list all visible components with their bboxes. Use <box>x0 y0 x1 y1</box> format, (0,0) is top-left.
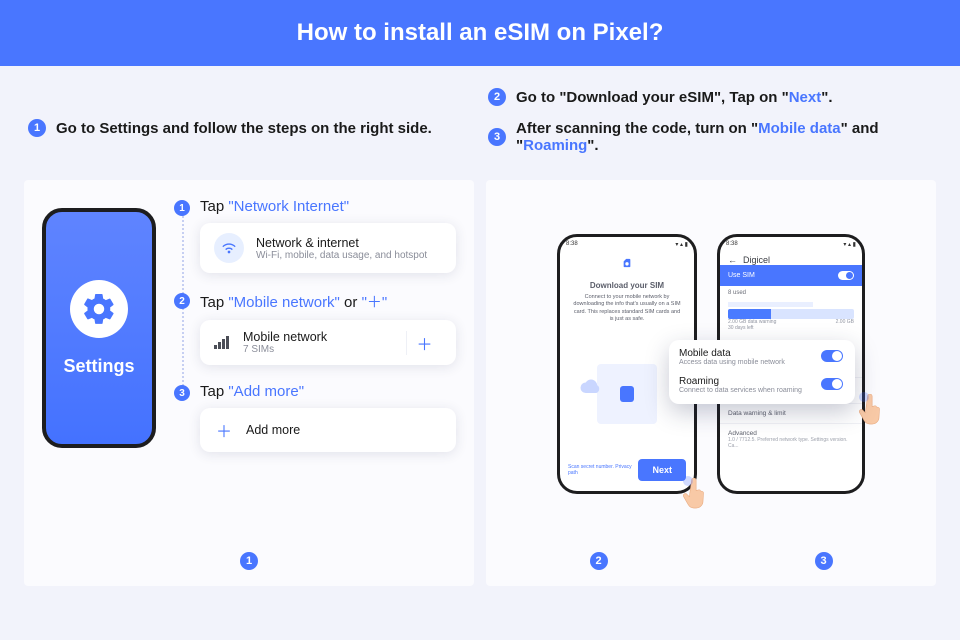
overlay-row-roaming[interactable]: Roaming Connect to data services when ro… <box>679 376 845 394</box>
status-bar: 8:38▾ ▴ ▮ <box>560 237 694 251</box>
data-gauge <box>728 309 854 319</box>
instruction-1-text: Go to Settings and follow the steps on t… <box>56 120 432 137</box>
row-title: Mobile network <box>243 330 327 344</box>
page-title-text: How to install an eSIM on Pixel? <box>297 19 664 47</box>
roaming-toggle[interactable] <box>821 378 843 390</box>
row-sub: Wi-Fi, mobile, data usage, and hotspot <box>256 250 427 261</box>
panel-footer-nums: 2 3 <box>486 552 936 570</box>
footer-badge-3: 3 <box>815 552 833 570</box>
plus-icon[interactable]: ＋ <box>406 331 442 355</box>
phone-mock-settings: Settings <box>42 208 156 448</box>
signal-icon <box>214 337 229 349</box>
instruction-2: 2 Go to "Download your eSIM", Tap on "Ne… <box>488 88 932 106</box>
instructions-right: 2 Go to "Download your eSIM", Tap on "Ne… <box>488 88 932 168</box>
step-dot-3: 3 <box>174 385 190 401</box>
download-sim-sub: Connect to your mobile network by downlo… <box>560 294 694 324</box>
row-title: Add more <box>246 423 300 437</box>
roaming-link[interactable]: Roaming <box>523 137 587 154</box>
mobile-data-link[interactable]: Mobile data <box>758 120 841 137</box>
row-add-more[interactable]: ＋ Add more <box>200 408 456 452</box>
instruction-1: 1 Go to Settings and follow the steps on… <box>28 88 472 168</box>
row-mobile-network[interactable]: Mobile network7 SIMs ＋ <box>200 320 456 365</box>
next-link[interactable]: Next <box>789 89 822 106</box>
step-badge-3: 3 <box>488 128 506 146</box>
overlay-row-mobile-data[interactable]: Mobile data Access data using mobile net… <box>679 348 845 366</box>
step-dot-2: 2 <box>174 293 190 309</box>
section-header: 8 used <box>720 286 862 300</box>
status-icons: ▾ ▴ ▮ <box>843 241 856 248</box>
panel-phone-screens: 8:38▾ ▴ ▮ Download your SIM Connect to y… <box>486 180 936 586</box>
step-badge-2: 2 <box>488 88 506 106</box>
list-item[interactable]: Data warning & limit <box>720 403 862 423</box>
wifi-icon <box>214 233 244 263</box>
panels: Settings 1 Tap "Network Internet" Networ… <box>0 180 960 586</box>
settings-steps-list: 1 Tap "Network Internet" Network & inter… <box>174 198 456 470</box>
settings-step-2: 2 Tap "Mobile network" or "＋" Mobile net… <box>174 291 456 365</box>
mobile-data-toggle[interactable] <box>821 350 843 362</box>
use-sim-toggle[interactable] <box>838 271 854 280</box>
settings-label: Settings <box>63 356 134 377</box>
next-button[interactable]: Next <box>638 459 686 481</box>
panel-settings-steps: Settings 1 Tap "Network Internet" Networ… <box>24 180 474 586</box>
instruction-3-text: After scanning the code, turn on "Mobile… <box>516 120 932 154</box>
page-title: How to install an eSIM on Pixel? <box>0 0 960 66</box>
settings-step-1: 1 Tap "Network Internet" Network & inter… <box>174 198 456 273</box>
footer-badge-1: 1 <box>240 552 258 570</box>
instruction-3: 3 After scanning the code, turn on "Mobi… <box>488 120 932 154</box>
download-sim-title: Download your SIM <box>560 281 694 290</box>
use-sim-row[interactable]: Use SIM <box>720 265 862 286</box>
row-sub: 7 SIMs <box>243 344 327 355</box>
sim-icon <box>560 257 694 271</box>
step-3-title: Tap "Add more" <box>200 383 456 400</box>
list-item[interactable]: Advanced1.0 / 7712.5. Preferred network … <box>720 423 862 455</box>
data-bar <box>728 302 813 307</box>
row-network-internet[interactable]: Network & internetWi-Fi, mobile, data us… <box>200 223 456 273</box>
panel-footer-nums: 1 <box>24 552 474 570</box>
sim-chip-icon <box>620 386 634 402</box>
back-arrow-icon[interactable]: ← <box>728 255 737 265</box>
step-badge-1: 1 <box>28 119 46 137</box>
settings-step-3: 3 Tap "Add more" ＋ Add more <box>174 383 456 452</box>
status-icons: ▾ ▴ ▮ <box>675 241 688 248</box>
plus-icon: ＋ <box>214 418 234 442</box>
back-header[interactable]: ← Digicel <box>720 251 862 265</box>
step-2-title: Tap "Mobile network" or "＋" <box>200 291 456 312</box>
carrier-name: Digicel <box>743 255 770 265</box>
gear-icon <box>70 280 128 338</box>
status-bar: 8:38▾ ▴ ▮ <box>720 237 862 251</box>
cloud-icon <box>578 379 604 393</box>
qr-placeholder <box>597 364 657 424</box>
footer-badge-2: 2 <box>590 552 608 570</box>
mobile-data-overlay: Mobile data Access data using mobile net… <box>669 340 855 404</box>
step-1-title: Tap "Network Internet" <box>200 198 456 215</box>
row-title: Network & internet <box>256 236 427 250</box>
data-limit: 2.00 GB <box>836 319 854 325</box>
step-dot-1: 1 <box>174 200 190 216</box>
instructions-row: 1 Go to Settings and follow the steps on… <box>0 66 960 180</box>
privacy-links[interactable]: Scan secret number. Privacy path <box>568 464 638 476</box>
instruction-2-text: Go to "Download your eSIM", Tap on "Next… <box>516 89 833 106</box>
